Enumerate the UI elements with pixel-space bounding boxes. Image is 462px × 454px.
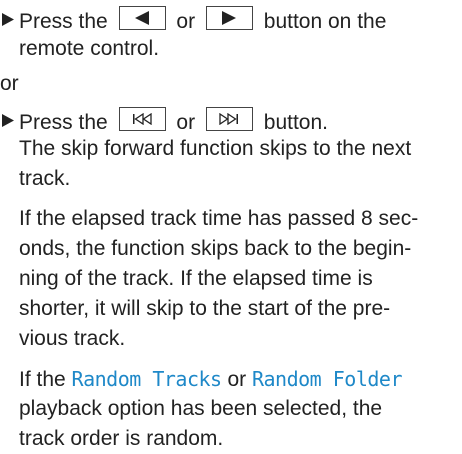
step1-or: or — [176, 10, 196, 33]
skip-back-icon — [133, 113, 152, 125]
para1-line5: vious track. — [19, 327, 126, 350]
para1-line3: ning of the track. If the elapsed time i… — [19, 267, 373, 290]
skip-forward-key-button — [205, 107, 253, 131]
step2-or: or — [176, 111, 196, 134]
para1-line1: If the elapsed track time has passed 8 s… — [19, 207, 419, 230]
para2-line3: track order is random. — [19, 427, 224, 450]
step2-explain-line1: The skip forward function skips to the n… — [19, 137, 412, 160]
para2-mid: or — [227, 368, 247, 391]
manual-page: Press the or button on the remote contro… — [0, 0, 462, 450]
option-random-tracks: Random Tracks — [71, 367, 223, 391]
para2-line1: If the Random Tracks or Random Folder — [19, 364, 403, 395]
left-key-button — [118, 6, 166, 30]
triangle-right-icon — [222, 11, 237, 25]
option-random-folder: Random Folder — [251, 367, 403, 391]
step2-explain-line2: track. — [19, 167, 71, 190]
para1-line2: onds, the function skips back to the beg… — [19, 237, 412, 260]
skip-forward-icon — [219, 113, 239, 125]
right-key-button — [205, 6, 253, 30]
bullet-arrow-icon — [1, 105, 17, 135]
step2-prefix: Press the — [19, 111, 108, 134]
separator-or: or — [0, 72, 19, 95]
triangle-left-icon — [135, 11, 150, 25]
skip-back-key-button — [118, 107, 166, 131]
step2-suffix: button. — [263, 111, 329, 134]
para1-line4: shorter, it will skip to the start of th… — [19, 297, 391, 320]
step1-line2: remote control. — [19, 37, 160, 60]
para2-line2: playback option has been selected, the — [19, 397, 383, 420]
bullet-arrow-icon — [1, 4, 17, 34]
para2-pre: If the — [19, 368, 66, 391]
step1-suffix: button on the — [263, 10, 387, 33]
step1-prefix: Press the — [19, 10, 108, 33]
